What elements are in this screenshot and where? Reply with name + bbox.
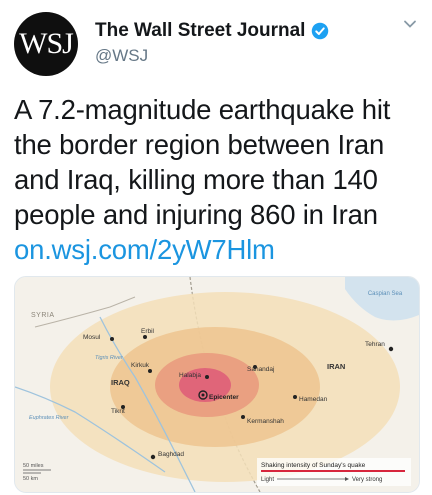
account-name-row: The Wall Street Journal [95, 20, 329, 42]
city-dot-erbil [143, 335, 147, 339]
city-dot-mosul [110, 337, 114, 341]
avatar[interactable]: WSJ [14, 12, 78, 76]
city-dot-tehran [388, 346, 394, 352]
city-dot-baghdad [150, 454, 156, 460]
label-sanandaj: Sanandaj [247, 366, 274, 373]
label-erbil: Erbil [141, 328, 155, 335]
label-kirkuk: Kirkuk [131, 362, 150, 369]
label-euphrates: Euphrates River [29, 415, 70, 421]
earthquake-map: Caspian Sea SYRIA Mosul Erbil Tigris Riv… [15, 277, 419, 492]
label-iraq: IRAQ [111, 378, 130, 387]
tweet-body: A 7.2-magnitude earthquake hit the borde… [14, 94, 391, 230]
display-name[interactable]: The Wall Street Journal [95, 20, 305, 42]
label-baghdad: Baghdad [158, 451, 184, 458]
city-dot-hamedan [293, 395, 297, 399]
label-caspian: Caspian Sea [368, 291, 403, 297]
label-tigris: Tigris River [95, 355, 124, 361]
label-tikrit: Tikrit [111, 408, 125, 415]
verified-badge-icon [312, 22, 329, 40]
tweet-text: A 7.2-magnitude earthquake hit the borde… [14, 92, 418, 267]
city-dot-kermanshah [241, 415, 245, 419]
label-mosul: Mosul [83, 334, 101, 341]
chevron-down-icon[interactable] [402, 16, 418, 32]
account-handle[interactable]: @WSJ [95, 46, 148, 66]
label-kermanshah: Kermanshah [247, 418, 284, 425]
epicenter-dot [201, 393, 205, 397]
label-tehran: Tehran [365, 341, 385, 348]
scale-km: 50 km [23, 476, 38, 482]
scale-miles: 50 miles [23, 463, 44, 469]
label-hamedan: Hamedan [299, 396, 328, 403]
label-epicenter: Epicenter [209, 394, 239, 401]
tweet-link[interactable]: on.wsj.com/2yW7Hlm [14, 232, 418, 267]
legend-light: Light [261, 477, 274, 483]
legend-title: Shaking intensity of Sunday's quake [261, 462, 366, 469]
city-dot-halabja [205, 375, 209, 379]
label-iran: IRAN [327, 362, 345, 371]
label-syria: SYRIA [31, 312, 55, 319]
city-dot-kirkuk [148, 369, 152, 373]
label-halabja: Halabja [179, 372, 201, 379]
legend-very-strong: Very strong [352, 477, 382, 483]
tweet-media-map[interactable]: Caspian Sea SYRIA Mosul Erbil Tigris Riv… [14, 276, 420, 493]
